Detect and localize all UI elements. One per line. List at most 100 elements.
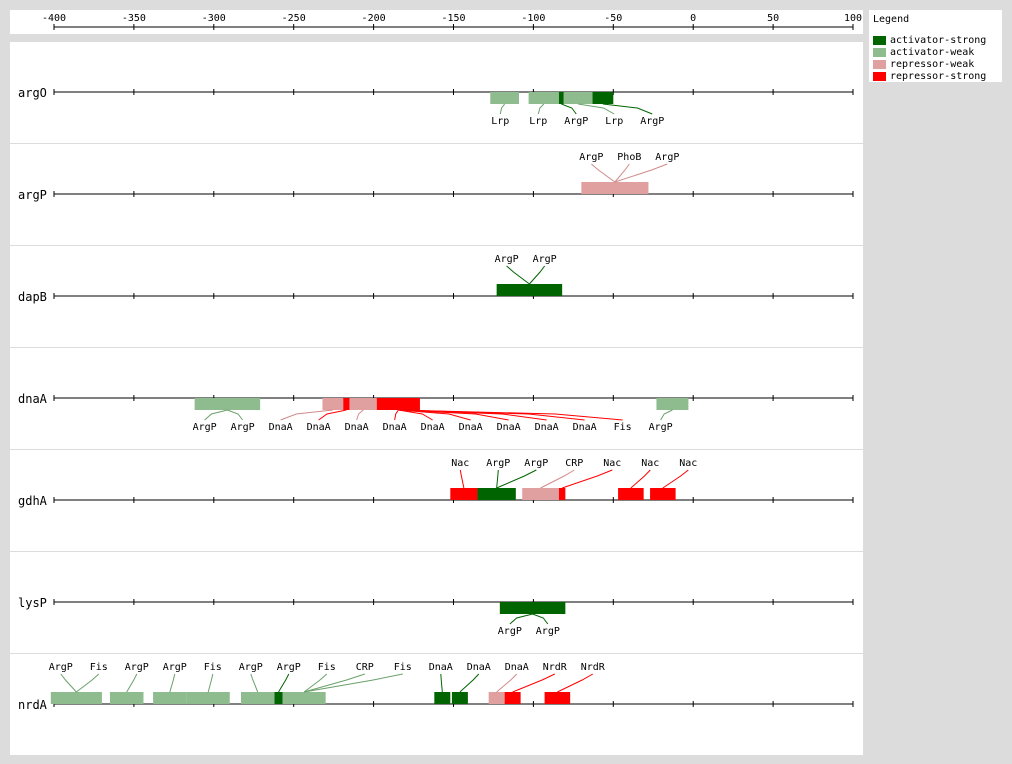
site-label: Nac <box>603 458 621 469</box>
binding-site-box <box>376 398 420 410</box>
binding-site-box <box>349 398 377 410</box>
top-axis-tick-label: -150 <box>441 13 465 24</box>
site-label: ArgP <box>193 422 217 433</box>
binding-site-box <box>282 692 326 704</box>
site-label: Fis <box>204 662 222 673</box>
top-axis-tick-label: -350 <box>122 13 146 24</box>
site-label: Nac <box>641 458 659 469</box>
gene-name: nrdA <box>18 698 48 712</box>
binding-site-box <box>499 602 566 614</box>
binding-site-box <box>490 92 520 104</box>
legend-swatch <box>873 71 886 81</box>
gene-name: dnaA <box>18 392 48 406</box>
site-label: DnaA <box>573 422 597 433</box>
top-axis-tick-label: 50 <box>767 13 779 24</box>
site-label: ArgP <box>536 626 560 637</box>
binding-site-box <box>434 692 451 704</box>
binding-site-box <box>592 92 614 104</box>
binding-site-box <box>656 398 689 410</box>
track-argP: argP ArgP PhoB ArgP <box>10 144 863 245</box>
site-label: DnaA <box>467 662 491 673</box>
top-axis-tick-label: 0 <box>690 13 696 24</box>
binding-site-box <box>343 398 350 410</box>
site-label: Fis <box>318 662 336 673</box>
binding-site-box <box>153 692 187 704</box>
legend-item-activator-weak: activator-weak <box>873 46 974 58</box>
binding-site-box <box>528 92 559 104</box>
track-argO: argO Lrp Lrp ArgP Lrp ArgP <box>10 42 863 143</box>
legend-box: Legend activator-strong activator-weak r… <box>869 10 1002 82</box>
site-label: DnaA <box>459 422 483 433</box>
site-label: Lrp <box>491 116 509 127</box>
site-label: ArgP <box>125 662 149 673</box>
binding-site-box <box>451 692 468 704</box>
site-label: CRP <box>356 662 374 673</box>
site-label: Lrp <box>529 116 547 127</box>
legend-item-repressor-weak: repressor-weak <box>873 58 974 70</box>
binding-site-box <box>488 692 505 704</box>
legend-item-repressor-strong: repressor-strong <box>873 70 986 82</box>
legend-label: repressor-strong <box>890 70 987 82</box>
gene-name: lysP <box>18 596 47 610</box>
site-label: ArgP <box>49 662 73 673</box>
binding-site-box <box>274 692 283 704</box>
gene-name: argP <box>18 188 47 202</box>
site-label: ArgP <box>579 152 603 163</box>
site-label: Fis <box>394 662 412 673</box>
top-axis-tick-label: -300 <box>202 13 226 24</box>
binding-site-box <box>558 488 566 500</box>
binding-site-box <box>522 488 559 500</box>
top-axis-tick-label: -50 <box>604 13 622 24</box>
promoter-map: -400 -350 -300 -250 -200 -150 -100 -50 0 50 100 arg… <box>10 10 863 755</box>
gene-name: argO <box>18 86 47 100</box>
binding-site-box <box>581 182 649 194</box>
binding-site-box <box>558 92 564 104</box>
site-label: ArgP <box>239 662 263 673</box>
binding-site-box <box>109 692 144 704</box>
binding-site-box <box>563 92 593 104</box>
top-axis-tick-label: -100 <box>521 13 545 24</box>
site-label: DnaA <box>505 662 529 673</box>
site-label: NrdR <box>543 662 568 673</box>
binding-site-box <box>504 692 521 704</box>
binding-site-box <box>618 488 644 500</box>
track-gdhA: gdhA Nac ArgP ArgP CRP Nac Nac Nac <box>10 450 863 551</box>
site-label: Fis <box>614 422 632 433</box>
site-label: ArgP <box>277 662 301 673</box>
site-label: ArgP <box>564 116 588 127</box>
track-dnaA: dnaA ArgP ArgP DnaA DnaA DnaA DnaA DnaA DnaA DnaA… <box>10 348 863 449</box>
site-label: DnaA <box>497 422 521 433</box>
site-label: DnaA <box>429 662 453 673</box>
binding-site-box <box>477 488 516 500</box>
top-axis-tick-label: -250 <box>282 13 306 24</box>
track-nrdA: nrdA ArgP Fis ArgP ArgP Fis ArgP ArgP Fis CRP Fis D… <box>10 654 863 755</box>
site-label: Nac <box>679 458 697 469</box>
site-label: NrdR <box>581 662 606 673</box>
site-label: DnaA <box>269 422 293 433</box>
site-label: Fis <box>90 662 108 673</box>
legend-item-activator-strong: activator-strong <box>873 34 986 46</box>
site-label: ArgP <box>649 422 673 433</box>
site-label: ArgP <box>533 254 557 265</box>
track-dapB: dapB ArgP ArgP <box>10 246 863 347</box>
site-label: ArgP <box>640 116 664 127</box>
site-label: DnaA <box>345 422 369 433</box>
site-label: Nac <box>451 458 469 469</box>
binding-site-box <box>544 692 571 704</box>
legend-swatch <box>873 59 886 69</box>
site-label: ArgP <box>495 254 519 265</box>
legend-label: activator-strong <box>890 34 987 46</box>
binding-site-box <box>240 692 275 704</box>
top-axis-tick-label: -400 <box>42 13 66 24</box>
legend-label: repressor-weak <box>890 58 975 70</box>
gene-name: gdhA <box>18 494 48 508</box>
track-lysP: lysP ArgP ArgP <box>10 552 863 653</box>
binding-site-box <box>50 692 102 704</box>
binding-site-box <box>322 398 344 410</box>
legend-swatch <box>873 35 886 45</box>
binding-site-box <box>194 398 261 410</box>
binding-site-box <box>450 488 478 500</box>
site-label: Lrp <box>605 116 623 127</box>
legend-label: activator-weak <box>890 46 975 58</box>
site-label: DnaA <box>421 422 445 433</box>
